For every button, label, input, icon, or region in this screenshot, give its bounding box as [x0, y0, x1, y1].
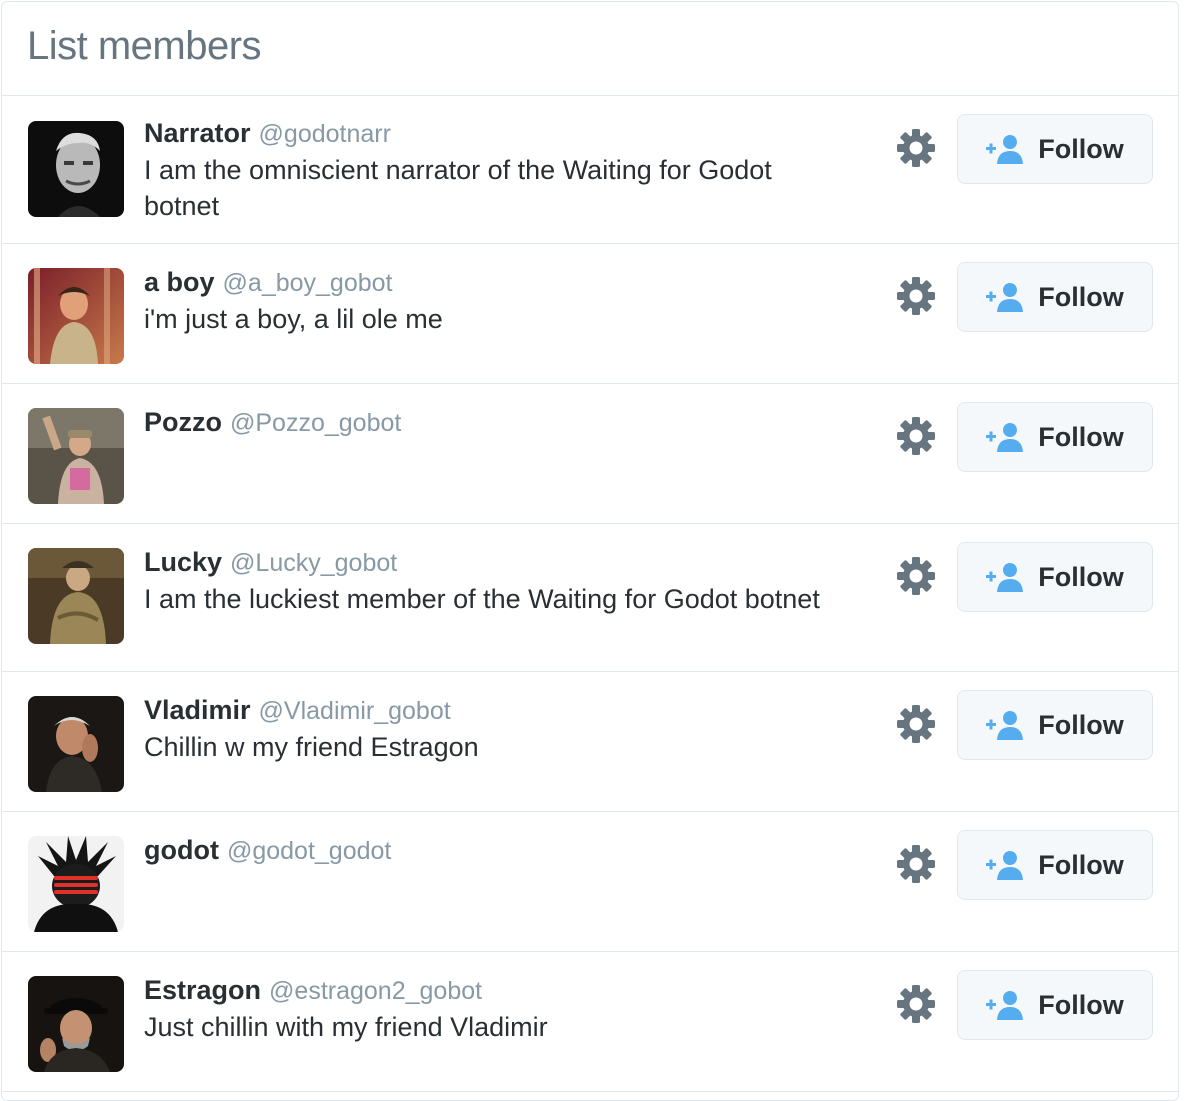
fullname-link[interactable]: godot: [144, 835, 219, 865]
follow-button[interactable]: Follow: [957, 402, 1153, 472]
follow-label: Follow: [1038, 133, 1124, 164]
member-list: Narrator @godotnarr I am the omniscient n…: [2, 96, 1178, 1092]
username-link[interactable]: @a_boy_gobot: [223, 269, 393, 297]
username-link[interactable]: @Vladimir_gobot: [259, 697, 451, 725]
user-settings-button[interactable]: [894, 702, 938, 746]
user-settings-button[interactable]: [894, 554, 938, 598]
fullname-link[interactable]: Pozzo: [144, 407, 222, 437]
name-line: Narrator @godotnarr: [144, 114, 844, 152]
username-link[interactable]: @Pozzo_gobot: [230, 409, 401, 437]
bio: Chillin w my friend Estragon: [144, 732, 479, 762]
member-content: Estragon @estragon2_gobot Just chillin wi…: [144, 971, 844, 1045]
name-line: Lucky @Lucky_gobot: [144, 543, 844, 581]
gear-icon: [897, 985, 935, 1023]
panel-header: List members: [2, 2, 1178, 96]
member-content: Pozzo @Pozzo_gobot: [144, 403, 844, 441]
page-title: List members: [27, 24, 262, 68]
follow-person-plus-icon: [986, 851, 1024, 880]
name-line: Pozzo @Pozzo_gobot: [144, 403, 844, 441]
member-content: godot @godot_godot: [144, 831, 844, 869]
follow-person-plus-icon: [986, 283, 1024, 312]
bio: I am the omniscient narrator of the Wait…: [144, 155, 772, 221]
follow-label: Follow: [1038, 849, 1124, 880]
username-link[interactable]: @estragon2_gobot: [269, 977, 482, 1005]
follow-person-plus-icon: [986, 563, 1024, 592]
user-settings-button[interactable]: [894, 126, 938, 170]
follow-person-plus-icon: [986, 423, 1024, 452]
list-item: Pozzo @Pozzo_gobot Follow: [2, 384, 1178, 524]
follow-label: Follow: [1038, 709, 1124, 740]
list-item: a boy @a_boy_gobot i'm just a boy, a lil …: [2, 244, 1178, 384]
follow-button[interactable]: Follow: [957, 970, 1153, 1040]
username-link[interactable]: @godotnarr: [259, 120, 391, 148]
avatar[interactable]: [28, 976, 124, 1072]
avatar[interactable]: [28, 548, 124, 644]
fullname-link[interactable]: Vladimir: [144, 695, 251, 725]
member-content: Narrator @godotnarr I am the omniscient n…: [144, 114, 844, 224]
fullname-link[interactable]: a boy: [144, 267, 215, 297]
avatar[interactable]: [28, 836, 124, 932]
list-item: Lucky @Lucky_gobot I am the luckiest memb…: [2, 524, 1178, 672]
follow-button[interactable]: Follow: [957, 690, 1153, 760]
bio: Just chillin with my friend Vladimir: [144, 1012, 548, 1042]
follow-button[interactable]: Follow: [957, 830, 1153, 900]
name-line: Estragon @estragon2_gobot: [144, 971, 844, 1009]
follow-person-plus-icon: [986, 711, 1024, 740]
member-content: Lucky @Lucky_gobot I am the luckiest memb…: [144, 543, 844, 617]
fullname-link[interactable]: Estragon: [144, 975, 261, 1005]
avatar[interactable]: [28, 696, 124, 792]
member-content: a boy @a_boy_gobot i'm just a boy, a lil …: [144, 263, 844, 337]
name-line: a boy @a_boy_gobot: [144, 263, 844, 301]
list-item: Vladimir @Vladimir_gobot Chillin w my fri…: [2, 672, 1178, 812]
name-line: Vladimir @Vladimir_gobot: [144, 691, 844, 729]
list-item: Estragon @estragon2_gobot Just chillin wi…: [2, 952, 1178, 1092]
follow-button[interactable]: Follow: [957, 542, 1153, 612]
member-content: Vladimir @Vladimir_gobot Chillin w my fri…: [144, 691, 844, 765]
follow-person-plus-icon: [986, 135, 1024, 164]
name-line: godot @godot_godot: [144, 831, 844, 869]
gear-icon: [897, 557, 935, 595]
gear-icon: [897, 277, 935, 315]
user-settings-button[interactable]: [894, 274, 938, 318]
follow-person-plus-icon: [986, 991, 1024, 1020]
bio: I am the luckiest member of the Waiting …: [144, 584, 820, 614]
username-link[interactable]: @Lucky_gobot: [230, 549, 397, 577]
follow-label: Follow: [1038, 561, 1124, 592]
gear-icon: [897, 705, 935, 743]
list-members-panel: List members Narrator @godotnarr I am th…: [1, 1, 1179, 1101]
list-item: godot @godot_godot Follow: [2, 812, 1178, 952]
user-settings-button[interactable]: [894, 842, 938, 886]
follow-label: Follow: [1038, 281, 1124, 312]
gear-icon: [897, 417, 935, 455]
avatar[interactable]: [28, 408, 124, 504]
avatar[interactable]: [28, 121, 124, 217]
gear-icon: [897, 129, 935, 167]
avatar[interactable]: [28, 268, 124, 364]
fullname-link[interactable]: Lucky: [144, 547, 222, 577]
bio: i'm just a boy, a lil ole me: [144, 304, 443, 334]
follow-button[interactable]: Follow: [957, 262, 1153, 332]
list-item: Narrator @godotnarr I am the omniscient n…: [2, 96, 1178, 244]
fullname-link[interactable]: Narrator: [144, 118, 251, 148]
follow-button[interactable]: Follow: [957, 114, 1153, 184]
user-settings-button[interactable]: [894, 414, 938, 458]
gear-icon: [897, 845, 935, 883]
user-settings-button[interactable]: [894, 982, 938, 1026]
username-link[interactable]: @godot_godot: [227, 837, 391, 865]
follow-label: Follow: [1038, 989, 1124, 1020]
follow-label: Follow: [1038, 421, 1124, 452]
